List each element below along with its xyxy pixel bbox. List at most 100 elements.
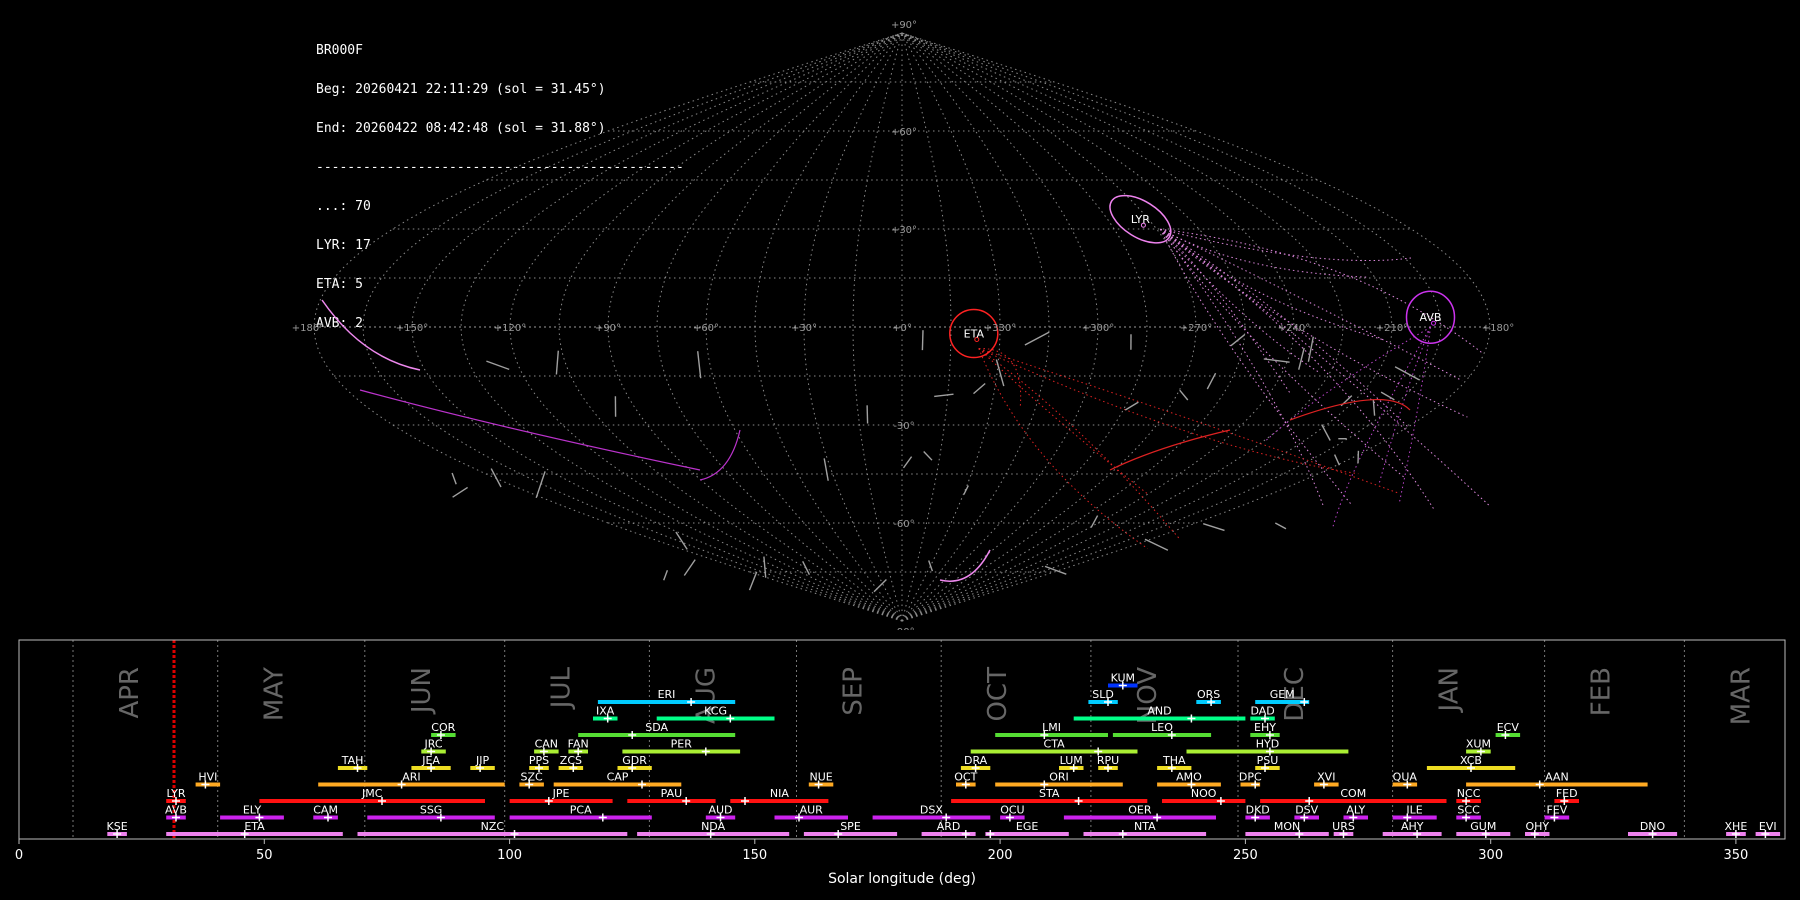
shower-label: ARI [402,771,420,784]
x-tick-label: 50 [256,848,273,863]
meteor-track [1160,228,1319,373]
shower-label: GDR [622,754,647,767]
longitude-tick-label: +270° [1180,323,1212,334]
x-tick-label: 150 [742,848,767,863]
sporadic-meteor [973,382,986,395]
x-axis: 0 50 100 150 200 250 300 350 [15,839,1748,863]
shower-label: PER [671,738,693,751]
meteor-track [978,347,1022,409]
meridian-line [362,32,903,622]
meteor-track [359,389,701,471]
shower-label: EVI [1759,820,1777,833]
shower-label: NTA [1134,820,1156,833]
radiant-label: AVB [1420,311,1442,324]
longitude-tick-label: +210° [1376,323,1408,334]
shower-label: KUM [1111,672,1135,685]
month-label: MAY [260,667,290,721]
shower-label: COR [431,721,455,734]
shower-label: AVB [165,804,187,817]
x-tick-label: 250 [1233,848,1258,863]
shower-label: EHY [1254,721,1276,734]
shower-label: CTA [1044,738,1066,751]
shower-label: ZCS [560,754,582,767]
meteor-tracks [321,228,1491,593]
shower-label: DNO [1640,820,1666,833]
x-tick-label: 200 [988,848,1013,863]
meteor-track [1398,327,1431,505]
sky-tick-labels: +180° +150° +120° +90° +60° +30° +0° +330° +300°… [292,20,1514,630]
shower-label: AMO [1176,771,1202,784]
shower-label: NDA [701,820,726,833]
shower-label: SPE [840,820,861,833]
shower-label: IXA [596,705,615,718]
sporadic-meteor [763,556,767,578]
sporadic-meteor [923,451,933,461]
sporadic-meteor [1380,391,1395,401]
shower-label: XHE [1725,820,1748,833]
sporadic-meteor [663,570,669,581]
month-label: JUN [407,667,437,715]
x-axis-label: Solar longitude (deg) [828,871,976,887]
x-tick-label: 0 [15,848,23,863]
meteor-track [939,549,991,582]
shower-label: LMI [1042,721,1061,734]
shower-label: FED [1556,787,1578,800]
shower-label: ARD [937,820,961,833]
sporadic-meteor [995,359,1005,387]
sporadic-meteor [902,456,913,469]
shower-label: SSG [420,804,443,817]
longitude-tick-label: +240° [1278,323,1310,334]
longitude-tick-label: +120° [494,323,526,334]
shower-label: LYR [166,787,185,800]
sporadic-meteor [1090,515,1099,528]
longitude-tick-label: +150° [396,323,428,334]
latitude-tick-label: +30° [891,225,917,236]
shower-label: GEM [1270,688,1295,701]
meteor-track [1160,228,1463,382]
shower-label: JMC [361,787,383,800]
meteor-track [1160,228,1414,262]
shower-label: PCA [570,804,592,817]
sporadic-meteor [934,393,954,398]
sporadic-meteor [490,468,502,488]
shower-label: OCT [954,771,977,784]
sporadic-meteor [963,485,969,495]
shower-label: HVI [198,771,217,784]
shower-label: DAD [1250,705,1274,718]
meteor-track [1109,429,1231,471]
sporadic-meteor [1263,358,1290,363]
shower-label: CAM [313,804,338,817]
sporadic-meteor [555,350,559,375]
month-label: APR [115,667,145,719]
meteor-track [1160,228,1434,509]
shower-label: RPU [1097,754,1119,767]
shower-label: JEA [421,754,440,767]
meteor-track [978,348,1148,550]
shower-label: STA [1039,787,1060,800]
shower-label: THA [1162,754,1186,767]
longitude-tick-label: +180° [292,323,324,334]
shower-label: ECV [1497,721,1520,734]
sporadic-meteor [1024,331,1050,346]
shower-label: COM [1340,787,1366,800]
shower-label: NOO [1191,787,1217,800]
longitude-tick-label: +60° [693,323,719,334]
shower-label: FAN [568,738,589,751]
shower-label: AHY [1401,820,1424,833]
latitude-tick-label: +90° [891,20,917,31]
shower-label: SLD [1092,688,1114,701]
sporadic-meteor [1333,454,1341,466]
shower-label: OHY [1525,820,1549,833]
sporadic-meteor [452,486,468,498]
month-label: JUL [547,666,577,710]
shower-label: LUM [1060,754,1083,767]
shower-label: OCU [1000,804,1024,817]
shower-timeline: APR MAY JUN JUL AUG SEP OCT NOV DEC JAN FEB MAR KUM… [15,639,1786,887]
shower-label: ELY [243,804,262,817]
shower-label: ALY [1346,804,1365,817]
meteor-track [699,429,741,481]
shower-label: FEV [1546,804,1567,817]
sporadic-meteor [1202,523,1225,532]
sporadic-meteor [451,472,457,485]
meteor-track [1289,398,1411,421]
